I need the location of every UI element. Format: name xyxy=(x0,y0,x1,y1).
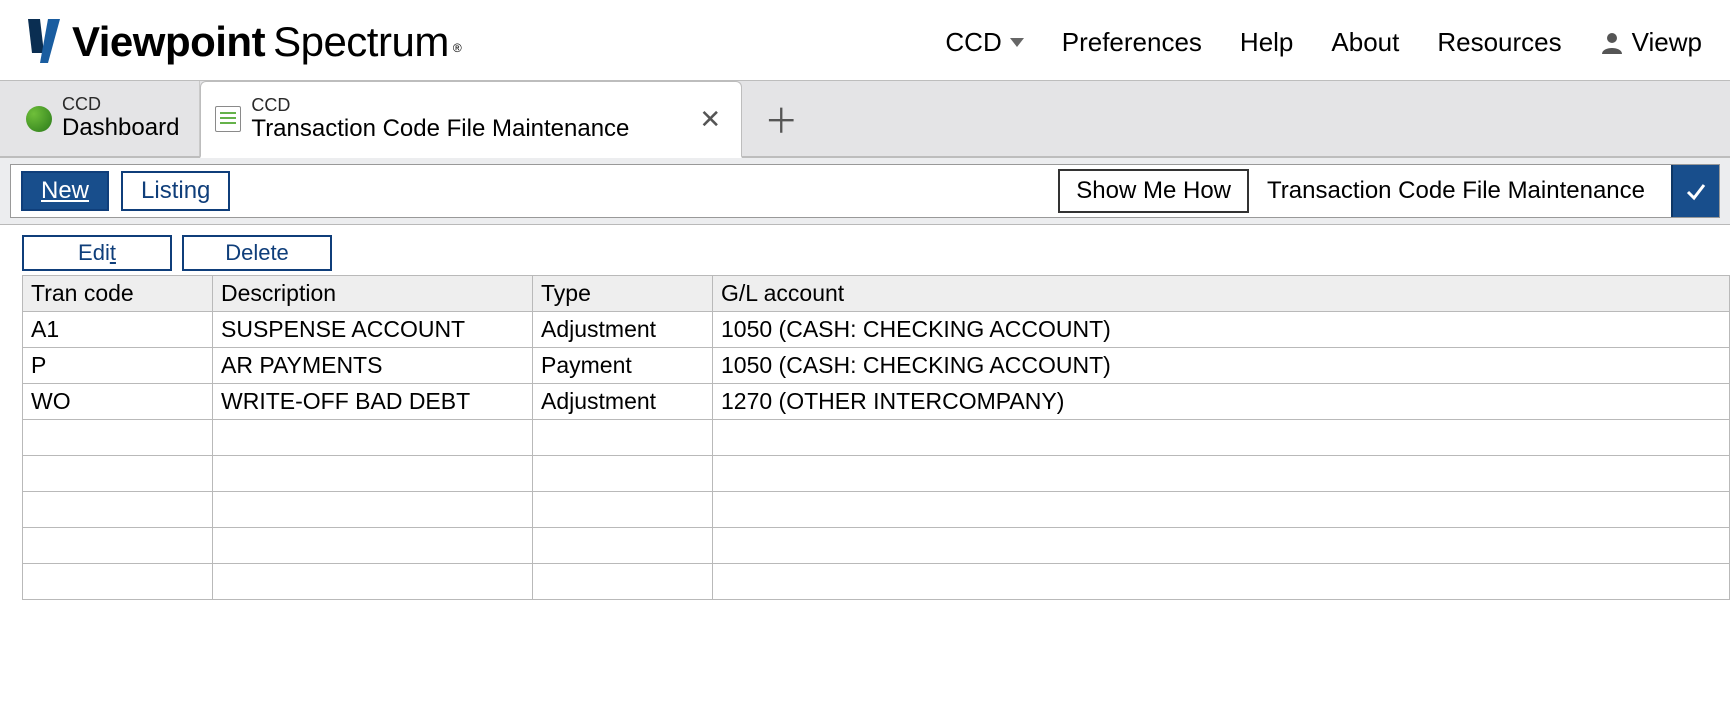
cell-gl: 1050 (CASH: CHECKING ACCOUNT) xyxy=(713,348,1730,384)
nav-about[interactable]: About xyxy=(1331,27,1399,58)
company-selector[interactable]: CCD xyxy=(945,27,1023,58)
table-header-row: Tran code Description Type G/L account xyxy=(23,276,1730,312)
user-label: Viewp xyxy=(1632,27,1702,58)
cell-type: Payment xyxy=(533,348,713,384)
cell-desc: AR PAYMENTS xyxy=(213,348,533,384)
tab-transaction-code-maintenance[interactable]: CCD Transaction Code File Maintenance ✕ xyxy=(200,81,742,158)
check-icon xyxy=(1684,179,1708,203)
add-tab-button[interactable]: ＋ xyxy=(742,81,820,156)
show-me-how-button[interactable]: Show Me How xyxy=(1058,169,1249,213)
col-type[interactable]: Type xyxy=(533,276,713,312)
brand-logo: Viewpoint Spectrum ® xyxy=(28,18,461,66)
page-title: Transaction Code File Maintenance xyxy=(1267,177,1653,205)
cell-type: Adjustment xyxy=(533,384,713,420)
close-icon[interactable]: ✕ xyxy=(699,104,721,135)
toolbar-wrap: New Listing Show Me How Transaction Code… xyxy=(0,158,1730,225)
app-header: Viewpoint Spectrum ® CCD Preferences Hel… xyxy=(0,0,1730,80)
table-row[interactable]: PAR PAYMENTSPayment1050 (CASH: CHECKING … xyxy=(23,348,1730,384)
dashboard-icon xyxy=(26,106,52,132)
cell-type: Adjustment xyxy=(533,312,713,348)
tab-company-label: CCD xyxy=(251,96,629,116)
company-code: CCD xyxy=(945,27,1001,58)
viewpoint-logo-icon xyxy=(28,19,60,65)
col-description[interactable]: Description xyxy=(213,276,533,312)
table-row[interactable]: A1SUSPENSE ACCOUNTAdjustment1050 (CASH: … xyxy=(23,312,1730,348)
transaction-code-table: Tran code Description Type G/L account A… xyxy=(22,275,1730,600)
toolbar: New Listing Show Me How Transaction Code… xyxy=(10,164,1720,218)
new-button[interactable]: New xyxy=(21,171,109,211)
nav-help[interactable]: Help xyxy=(1240,27,1293,58)
cell-desc: SUSPENSE ACCOUNT xyxy=(213,312,533,348)
table-row[interactable]: WOWRITE-OFF BAD DEBTAdjustment1270 (OTHE… xyxy=(23,384,1730,420)
col-tran-code[interactable]: Tran code xyxy=(23,276,213,312)
table-row-empty xyxy=(23,528,1730,564)
cell-gl: 1050 (CASH: CHECKING ACCOUNT) xyxy=(713,312,1730,348)
table-row-empty xyxy=(23,456,1730,492)
table-row-empty xyxy=(23,420,1730,456)
nav-resources[interactable]: Resources xyxy=(1437,27,1561,58)
delete-button[interactable]: Delete xyxy=(182,235,332,271)
brand-name-1: Viewpoint xyxy=(72,18,265,66)
col-gl-account[interactable]: G/L account xyxy=(713,276,1730,312)
chevron-down-icon xyxy=(1010,38,1024,47)
edit-button[interactable]: Edit xyxy=(22,235,172,271)
user-icon xyxy=(1600,30,1624,54)
tab-company-label: CCD xyxy=(62,95,179,115)
tab-strip: CCD Dashboard CCD Transaction Code File … xyxy=(0,80,1730,158)
cell-code: P xyxy=(23,348,213,384)
listing-button[interactable]: Listing xyxy=(121,171,230,211)
table-row-empty xyxy=(23,492,1730,528)
tab-title: Dashboard xyxy=(62,115,179,141)
tab-dashboard[interactable]: CCD Dashboard xyxy=(12,81,200,156)
brand-name-2: Spectrum xyxy=(273,18,449,66)
cell-code: WO xyxy=(23,384,213,420)
grid-actions: Edit Delete xyxy=(0,225,1730,275)
tab-title: Transaction Code File Maintenance xyxy=(251,116,629,142)
top-nav: CCD Preferences Help About Resources Vie… xyxy=(945,27,1702,58)
confirm-button[interactable] xyxy=(1671,165,1719,217)
cell-code: A1 xyxy=(23,312,213,348)
cell-desc: WRITE-OFF BAD DEBT xyxy=(213,384,533,420)
document-icon xyxy=(215,106,241,132)
table-row-empty xyxy=(23,564,1730,600)
user-menu[interactable]: Viewp xyxy=(1600,27,1702,58)
nav-preferences[interactable]: Preferences xyxy=(1062,27,1202,58)
cell-gl: 1270 (OTHER INTERCOMPANY) xyxy=(713,384,1730,420)
brand-registered: ® xyxy=(453,41,461,55)
